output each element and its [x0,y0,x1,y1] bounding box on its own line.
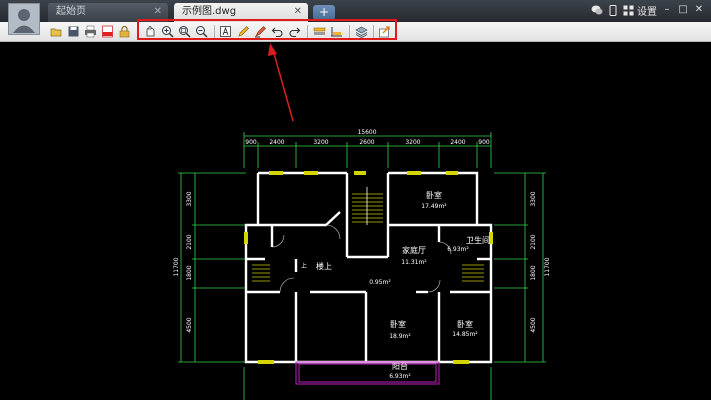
room-label: 阳台 [392,361,408,371]
room-area: 6.93m² [447,246,469,253]
dim-right: 3300 [530,191,537,206]
room-area: 18.9m² [389,333,411,340]
toolbar-highlight-box [137,19,397,40]
tab-label: 起始页 [56,6,86,17]
dim-left: 3300 [186,191,193,206]
minimize-button[interactable]: – [661,4,673,16]
room-area: 11.31m² [401,259,427,266]
dim-right: 2100 [530,234,537,249]
dim-right: 4500 [530,317,537,332]
lock-icon[interactable] [118,25,131,38]
open-icon[interactable] [50,25,63,38]
room-label: 楼上 [316,261,332,271]
room-label: 卧室 [426,190,442,200]
dim-right-total: 11700 [544,257,551,276]
dim-right: 1800 [530,265,537,280]
dim-left: 2100 [186,234,193,249]
room-area: 14.85m² [452,331,478,338]
dim-top: 3200 [313,139,328,146]
window-controls: 设置 – □ ✕ [591,2,705,18]
dim-top: 2400 [269,139,284,146]
dim-top: 3200 [405,139,420,146]
avatar[interactable] [8,3,40,35]
dim-top: 2400 [450,139,465,146]
room-label: 卧室 [457,319,473,329]
close-button[interactable]: ✕ [693,4,705,16]
tab-label: 示例图.dwg [182,6,237,17]
dim-total-top: 15600 [357,129,376,136]
room-area: 17.49m² [421,203,447,210]
stair-up-label: 上 [301,262,307,270]
new-tab-button[interactable]: + [313,5,335,20]
cad-drawing[interactable]: 15600 900 2400 3200 2600 3200 2400 900 3… [0,42,711,400]
room-label: 卫生间 [466,235,490,245]
small-area-label: 0.95m² [369,279,391,286]
room-label: 卧室 [390,319,406,329]
phone-icon[interactable] [609,4,617,16]
dim-top: 2600 [359,139,374,146]
maximize-button[interactable]: □ [677,4,689,16]
dim-left: 4500 [186,317,193,332]
settings-button[interactable]: 设置 [637,3,657,18]
dim-top: 900 [245,139,257,146]
pdf-icon[interactable] [101,25,114,38]
gear-icon[interactable] [623,5,634,16]
room-area: 6.93m² [389,373,411,380]
dim-left: 1800 [186,265,193,280]
dim-top: 900 [478,139,490,146]
room-label: 家庭厅 [402,245,426,255]
print-icon[interactable] [84,25,97,38]
user-icon [9,4,39,34]
wechat-icon[interactable] [591,5,603,15]
save-icon[interactable] [67,25,80,38]
dim-left-total: 11700 [173,257,180,276]
